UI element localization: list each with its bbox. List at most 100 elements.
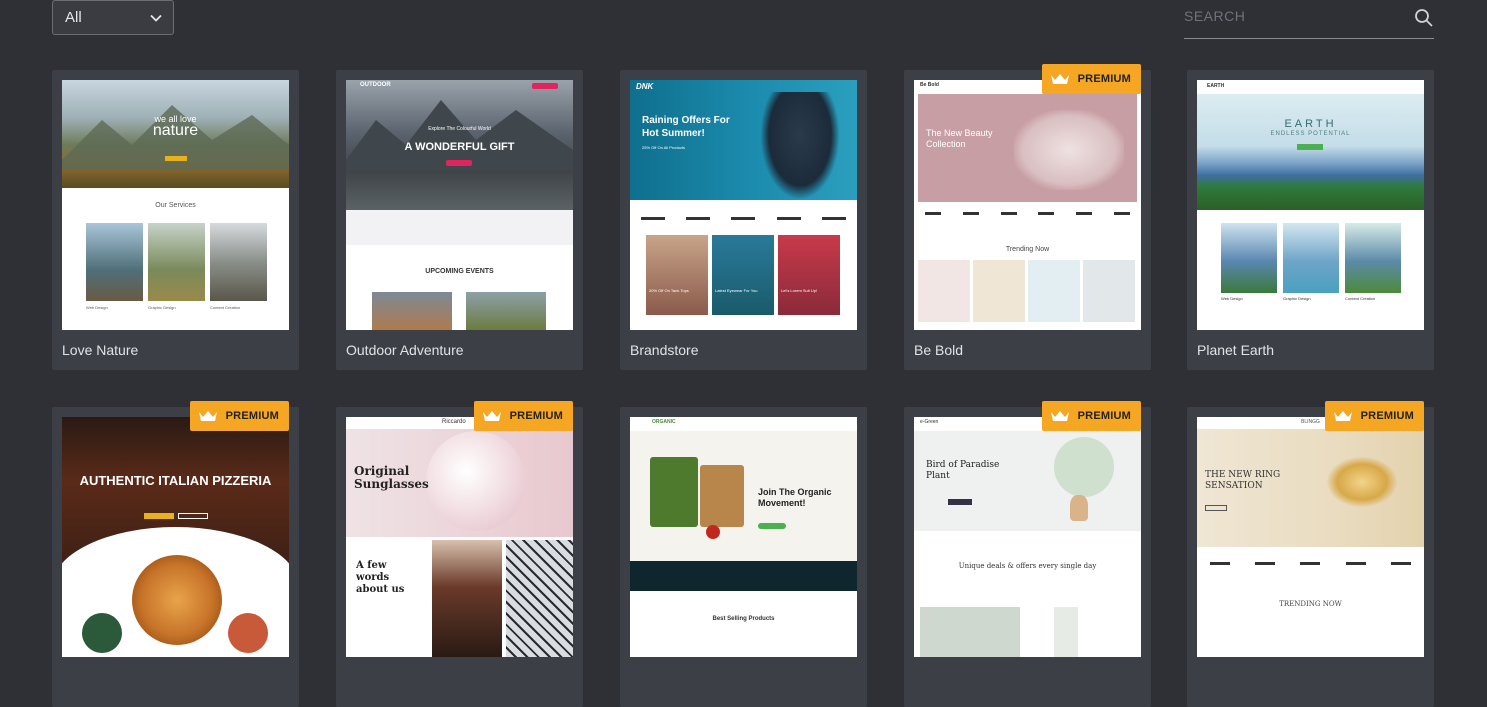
- col-label: Graphic Design: [1283, 296, 1311, 301]
- template-card-sunglasses[interactable]: PREMIUM Riccardo Original Sunglasses A f…: [336, 401, 583, 707]
- hero-button: [446, 160, 472, 166]
- site-logo: Riccardo: [442, 419, 466, 425]
- section-title: Our Services: [155, 202, 196, 209]
- hero-title: nature: [152, 122, 199, 139]
- section-title: about us: [356, 584, 405, 595]
- template-title[interactable]: Brandstore: [630, 342, 698, 358]
- coffee-bag-image: [650, 457, 698, 527]
- hero-title: THE NEW RING: [1205, 470, 1281, 480]
- col-label: Content Creation: [1345, 296, 1376, 301]
- hero-sub: 25% Off On All Products: [642, 145, 686, 150]
- hero-title: Original: [354, 464, 410, 478]
- template-preview[interactable]: OUTDOOR Explore The Colourful World A WO…: [346, 80, 573, 330]
- site-logo: OUTDOOR: [360, 82, 391, 88]
- site-logo: EARTH: [1207, 83, 1225, 89]
- crown-icon: [1050, 411, 1069, 421]
- rings-image: [1327, 457, 1397, 507]
- premium-label: PREMIUM: [1360, 410, 1414, 422]
- premium-badge: PREMIUM: [189, 401, 289, 431]
- premium-label: PREMIUM: [1077, 73, 1131, 85]
- section-title: UPCOMING EVENTS: [425, 268, 494, 275]
- hero-title: Movement!: [758, 498, 806, 508]
- section-title: TRENDING NOW: [1279, 600, 1342, 608]
- site-logo: Be Bold: [920, 82, 939, 88]
- premium-label: PREMIUM: [509, 410, 563, 422]
- tile-label: Let's Lorem Suit Up!: [781, 288, 818, 293]
- pizza-image: [132, 555, 222, 645]
- template-card-organic[interactable]: ORGANIC Join The Organic Movement! Best …: [620, 407, 867, 707]
- chevron-down-icon: [150, 14, 162, 22]
- template-preview[interactable]: we all love nature Our Services Web Desi…: [62, 80, 289, 330]
- hero-title: The New Beauty: [926, 128, 993, 138]
- template-preview[interactable]: AUTHENTIC ITALIAN PIZZERIA: [62, 417, 289, 657]
- toolbar: All: [0, 0, 1487, 40]
- template-preview[interactable]: BLINGG THE NEW RING SENSATION TRENDING N…: [1197, 417, 1424, 657]
- crown-icon: [482, 411, 501, 421]
- template-preview[interactable]: ORGANIC Join The Organic Movement! Best …: [630, 417, 857, 657]
- col-label: Graphic Design: [148, 305, 176, 310]
- hero-title: Hot Summer!: [642, 128, 705, 139]
- template-card-love-nature[interactable]: we all love nature Our Services Web Desi…: [52, 70, 299, 370]
- hero-title: Bird of Paradise: [926, 460, 1000, 470]
- hero-title: Raining Offers For: [642, 115, 730, 126]
- premium-badge: PREMIUM: [1324, 401, 1424, 431]
- hero-title: A WONDERFUL GIFT: [404, 141, 515, 153]
- template-card-planet-earth[interactable]: EARTH EARTH ENDLESS POTENTIAL Web Design…: [1187, 70, 1434, 370]
- premium-label: PREMIUM: [1077, 410, 1131, 422]
- site-logo: e-Green: [920, 419, 939, 425]
- template-title[interactable]: Planet Earth: [1197, 342, 1274, 358]
- crown-icon: [198, 411, 217, 421]
- plant-image: [1054, 437, 1114, 497]
- template-preview[interactable]: Riccardo Original Sunglasses A few words…: [346, 417, 573, 657]
- search-input[interactable]: [1184, 4, 1404, 28]
- hero-title: Join The Organic: [758, 487, 832, 497]
- template-title[interactable]: Love Nature: [62, 342, 138, 358]
- search-icon[interactable]: [1414, 8, 1434, 28]
- product-image: [1014, 110, 1124, 190]
- template-card-rings[interactable]: PREMIUM BLINGG THE NEW RING SENSATION TR…: [1187, 401, 1434, 707]
- site-logo: BLINGG: [1301, 419, 1320, 425]
- template-preview[interactable]: Be Bold The New Beauty Collection Trendi…: [914, 80, 1141, 330]
- template-card-brandstore[interactable]: DNK Raining Offers For Hot Summer! 25% O…: [620, 70, 867, 370]
- template-preview[interactable]: DNK Raining Offers For Hot Summer! 25% O…: [630, 80, 857, 330]
- template-card-outdoor-adventure[interactable]: OUTDOOR Explore The Colourful World A WO…: [336, 70, 583, 370]
- nav-button: [532, 83, 558, 89]
- template-card-plant[interactable]: PREMIUM e-Green Bird of Paradise Plant U…: [904, 401, 1151, 707]
- section-title: Unique deals & offers every single day: [958, 562, 1097, 570]
- template-title[interactable]: Be Bold: [914, 342, 963, 358]
- col-label: Web Design: [86, 305, 108, 310]
- hero-button: [165, 156, 187, 161]
- category-filter-select[interactable]: All: [52, 0, 174, 35]
- hero-title: Plant: [926, 471, 950, 481]
- crown-icon: [1333, 411, 1352, 421]
- hero-title: AUTHENTIC ITALIAN PIZZERIA: [79, 473, 272, 488]
- site-logo: DNK: [636, 82, 654, 91]
- premium-badge: PREMIUM: [1041, 64, 1141, 94]
- section-title: words: [356, 572, 390, 583]
- tile-label: Latest Eyewear For You: [715, 288, 758, 293]
- section-title: A few: [356, 560, 387, 571]
- section-title: Best Selling Products: [712, 616, 775, 622]
- template-title[interactable]: Outdoor Adventure: [346, 342, 464, 358]
- model-image: [760, 92, 840, 200]
- premium-badge: PREMIUM: [473, 401, 573, 431]
- template-card-be-bold[interactable]: PREMIUM Be Bold The New Beauty Collectio…: [904, 64, 1151, 370]
- site-logo: ORGANIC: [652, 419, 676, 425]
- template-card-pizzeria[interactable]: PREMIUM AUTHENTIC ITALIAN PIZZERIA: [52, 401, 299, 707]
- tile-label: 20% Off On Tank Tops: [649, 288, 689, 293]
- hero-title: Collection: [926, 139, 966, 149]
- hero-title: SENSATION: [1205, 481, 1263, 491]
- hero-tagline: Explore The Colourful World: [428, 126, 491, 132]
- category-filter-value: All: [65, 9, 82, 26]
- template-preview[interactable]: EARTH EARTH ENDLESS POTENTIAL Web Design…: [1197, 80, 1424, 330]
- col-label: Web Design: [1221, 296, 1243, 301]
- col-label: Content Creation: [210, 305, 241, 310]
- search-box: [1184, 0, 1434, 39]
- premium-label: PREMIUM: [225, 410, 279, 422]
- template-preview[interactable]: e-Green Bird of Paradise Plant Unique de…: [914, 417, 1141, 657]
- sunglasses-image: [426, 431, 526, 531]
- section-title: Trending Now: [1005, 246, 1050, 253]
- hero-sub: ENDLESS POTENTIAL: [1270, 131, 1351, 137]
- hero-title: Sunglasses: [354, 477, 429, 491]
- crown-icon: [1050, 74, 1069, 84]
